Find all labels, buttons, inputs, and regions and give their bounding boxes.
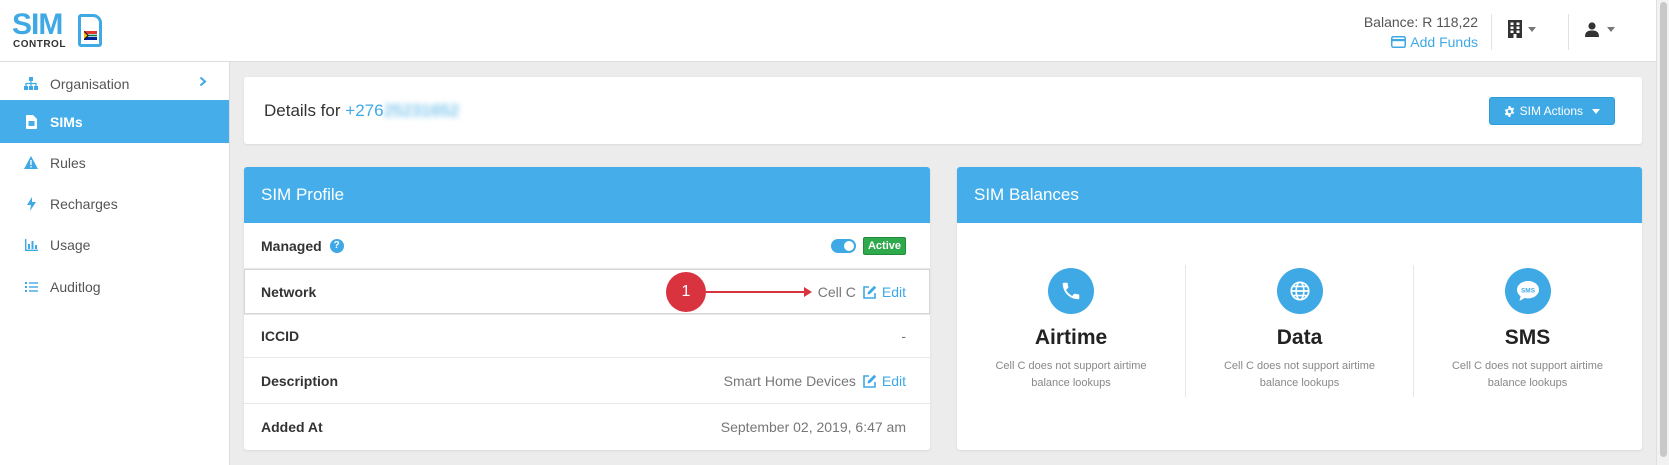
scrollbar-thumb[interactable] — [1660, 2, 1667, 457]
row-value: Smart Home Devices Edit — [724, 373, 906, 389]
sim-card-icon — [24, 114, 38, 129]
user-icon — [1585, 22, 1599, 37]
sim-balances-panel: SIM Balances Airtime Cell C does not sup… — [957, 167, 1642, 450]
help-icon[interactable]: ? — [329, 238, 344, 253]
add-funds-label: Add Funds — [1410, 34, 1478, 50]
row-value: Active — [830, 236, 906, 255]
gear-icon — [1504, 105, 1514, 117]
sim-actions-button[interactable]: SIM Actions — [1488, 97, 1615, 125]
bar-chart-icon — [24, 238, 38, 252]
globe-icon — [1276, 268, 1323, 314]
sidebar-item-label: Recharges — [50, 195, 118, 212]
balance-note: Cell C does not support airtime balance … — [1451, 360, 1603, 389]
panel-title: SIM Balances — [957, 167, 1642, 223]
msisdn-visible: +276 — [345, 101, 384, 120]
account-balance: Balance: R 118,22 — [1363, 14, 1478, 30]
logo-control-text: CONTROL — [13, 39, 66, 50]
managed-toggle[interactable] — [830, 238, 856, 253]
phone-icon — [1048, 268, 1094, 314]
sidebar-item-label: SIMs — [50, 113, 83, 130]
profile-row-description: Description Smart Home Devices Edit — [244, 358, 930, 404]
added-at-value: September 02, 2019, 6:47 am — [720, 419, 906, 435]
edit-label: Edit — [881, 283, 906, 300]
sitemap-icon — [24, 77, 38, 91]
edit-description-link[interactable]: Edit — [863, 373, 906, 389]
organisation-switcher[interactable] — [1508, 20, 1536, 38]
header-divider — [1568, 14, 1569, 50]
row-label-wrap: Managed ? — [261, 238, 344, 254]
logo-sim-text: SIM — [12, 8, 63, 41]
top-bar: SIM CONTROL Balance: R 118,22 Add Funds — [0, 0, 1669, 62]
balance-data: Data Cell C does not support airtime bal… — [1185, 265, 1413, 397]
row-label: Description — [261, 372, 339, 389]
header-divider — [1491, 14, 1492, 50]
edit-network-link[interactable]: Edit — [863, 284, 906, 300]
vertical-scrollbar[interactable] — [1656, 0, 1669, 465]
sidebar-item-label: Organisation — [50, 75, 130, 92]
sidebar-item-rules[interactable]: Rules — [0, 141, 229, 184]
sidebar-item-label: Usage — [50, 236, 91, 253]
credit-card-icon — [1391, 36, 1407, 48]
row-label: Managed — [261, 237, 322, 254]
msisdn-redacted: 25231652 — [383, 101, 460, 120]
edit-label: Edit — [881, 372, 906, 389]
add-funds-link[interactable]: Add Funds — [1391, 34, 1478, 50]
user-menu[interactable] — [1585, 22, 1615, 37]
balance-title: Data — [1276, 326, 1323, 349]
row-label: ICCID — [261, 328, 300, 344]
network-value: Cell C — [817, 283, 856, 300]
sim-actions-label: SIM Actions — [1519, 104, 1583, 118]
sidebar: Organisation SIMs Rules Recharges Usage … — [0, 62, 230, 465]
balance-note: Cell C does not support airtime balance … — [1223, 360, 1375, 389]
profile-row-managed: Managed ? Active — [244, 223, 930, 269]
sim-details-header: Details for +27625231652 SIM Actions — [244, 77, 1642, 144]
chevron-down-icon — [1592, 108, 1600, 114]
row-label: Network — [261, 283, 317, 300]
page-title: Details for +27625231652 — [264, 101, 459, 121]
annotation-arrow-line — [706, 291, 806, 293]
chevron-right-icon — [199, 76, 207, 87]
sim-profile-panel: SIM Profile Managed ? Active Network Cel… — [244, 167, 930, 450]
profile-row-added-at: Added At September 02, 2019, 6:47 am — [244, 404, 930, 450]
building-icon — [1508, 20, 1522, 38]
simcontrol-logo[interactable]: SIM CONTROL — [12, 8, 108, 52]
balance-title: SMS — [1504, 326, 1551, 349]
annotation-callout: 1 — [666, 272, 706, 312]
sidebar-item-usage[interactable]: Usage — [0, 223, 229, 266]
profile-row-network: Network Cell C Edit — [244, 269, 930, 315]
sidebar-item-auditlog[interactable]: Auditlog — [0, 265, 229, 308]
sim-card-logo-icon — [78, 14, 102, 47]
list-icon — [24, 280, 38, 294]
edit-icon — [863, 374, 877, 388]
status-badge: Active — [862, 236, 906, 255]
warning-icon — [24, 156, 38, 170]
annotation-arrow-head — [804, 287, 812, 297]
description-value: Smart Home Devices — [723, 372, 856, 389]
balance-note: Cell C does not support airtime balance … — [995, 360, 1147, 389]
sidebar-item-organisation[interactable]: Organisation — [0, 62, 229, 105]
iccid-value: - — [901, 328, 906, 344]
profile-row-iccid: ICCID - — [244, 315, 930, 358]
row-value: Cell C Edit — [818, 284, 906, 300]
sidebar-item-label: Auditlog — [50, 278, 101, 295]
row-label: Added At — [261, 419, 323, 435]
sms-bubble-icon: SMS — [1504, 268, 1551, 314]
sidebar-item-recharges[interactable]: Recharges — [0, 182, 229, 225]
sidebar-item-sims[interactable]: SIMs — [0, 100, 229, 143]
edit-icon — [863, 285, 877, 299]
south-africa-flag-icon — [84, 31, 97, 40]
panel-title: SIM Profile — [244, 167, 930, 223]
svg-text:SMS: SMS — [1520, 288, 1535, 295]
page-title-prefix: Details for — [264, 101, 341, 120]
bolt-icon — [24, 196, 38, 211]
chevron-down-icon — [1607, 27, 1615, 32]
sidebar-item-label: Rules — [50, 154, 86, 171]
chevron-down-icon — [1528, 26, 1536, 32]
balance-title: Airtime — [1034, 326, 1108, 349]
balance-airtime: Airtime Cell C does not support airtime … — [957, 265, 1185, 397]
balance-sms: SMS SMS Cell C does not support airtime … — [1413, 265, 1641, 397]
